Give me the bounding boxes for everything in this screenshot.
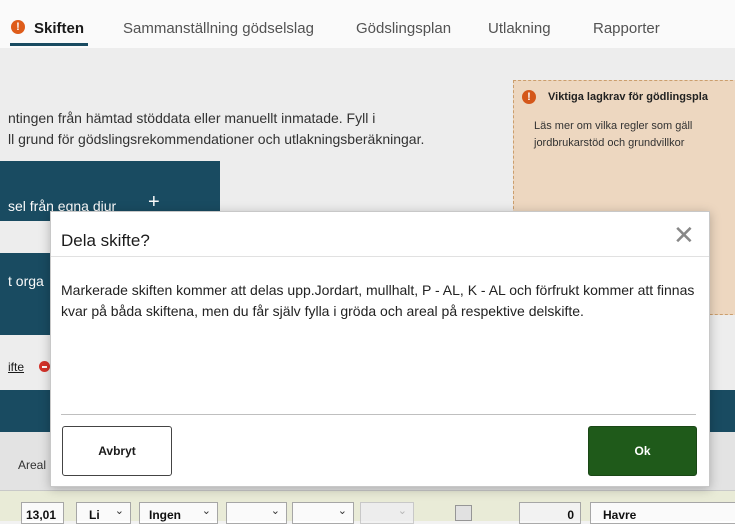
cancel-button[interactable]: Avbryt (62, 426, 172, 476)
split-field-dialog: Dela skifte? ✕ Markerade skiften kommer … (50, 211, 710, 487)
ok-button[interactable]: Ok (588, 426, 697, 476)
close-icon[interactable]: ✕ (673, 222, 695, 248)
dialog-message: Markerade skiften kommer att delas upp.J… (61, 282, 695, 319)
dialog-divider (61, 414, 696, 415)
dialog-divider (51, 256, 709, 257)
dialog-title: Dela skifte? (61, 231, 150, 250)
